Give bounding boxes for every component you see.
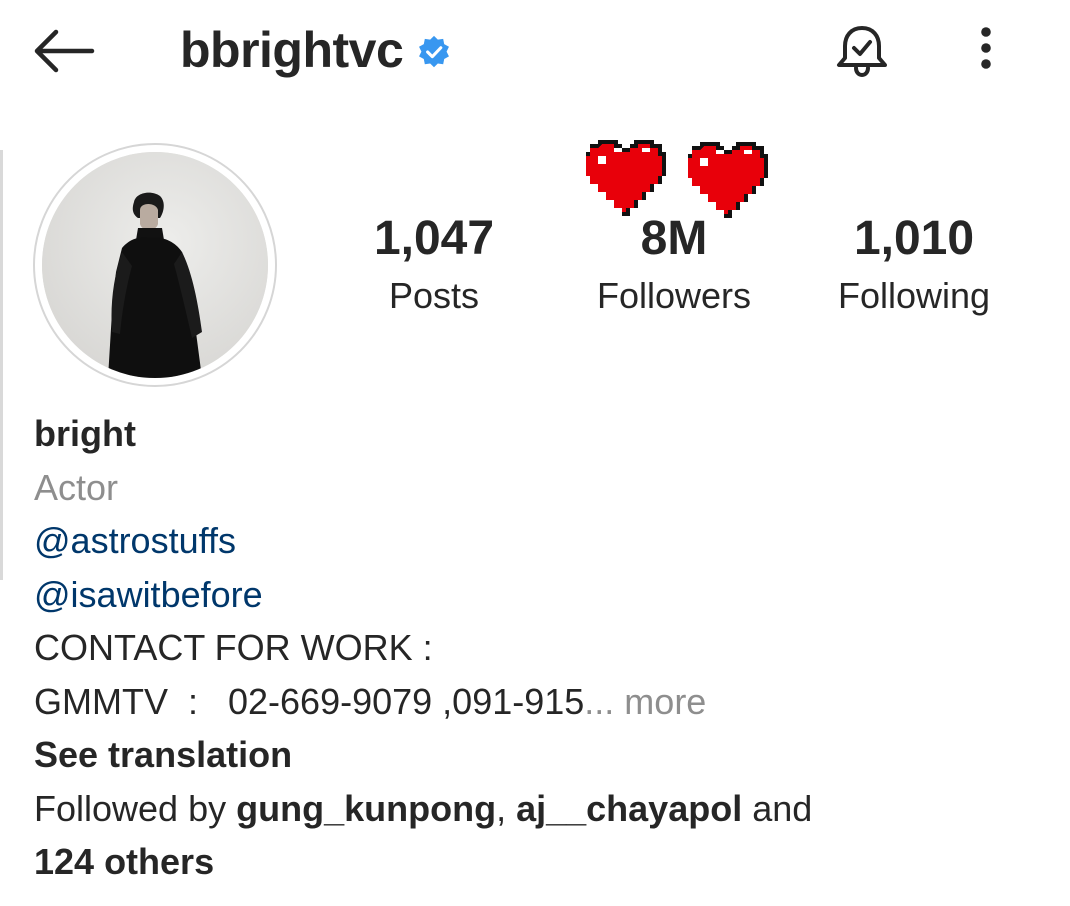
pixel-heart-icon	[688, 142, 768, 218]
phone-line: GMMTV : 02-669-9079 ,091-915... more	[34, 675, 1034, 729]
bio-link-isawitbefore[interactable]: @isawitbefore	[34, 568, 1034, 622]
phone-text: GMMTV : 02-669-9079 ,091-915	[34, 680, 585, 722]
others-count-link[interactable]: 124 others	[34, 835, 1034, 889]
comma-separator: ,	[496, 787, 517, 829]
followed-by-prefix: Followed by	[34, 787, 237, 829]
avatar-photo	[42, 152, 268, 378]
edge-divider	[0, 150, 3, 580]
more-link[interactable]: ... more	[584, 681, 706, 722]
category-label: Actor	[34, 466, 119, 508]
see-translation-link[interactable]: See translation	[34, 728, 1034, 782]
following-label: Following	[837, 275, 991, 316]
back-arrow-icon	[34, 29, 95, 73]
pixel-heart-icon	[586, 140, 666, 216]
avatar[interactable]	[42, 152, 268, 378]
bell-check-icon	[837, 26, 887, 78]
notifications-button[interactable]	[832, 20, 892, 80]
posts-label: Posts	[388, 275, 480, 316]
following-stat[interactable]: 1,010 Following	[804, 208, 1024, 322]
header-title: bbrightvc	[180, 18, 451, 82]
display-name: bright	[34, 413, 136, 454]
bio-link-astrostuffs[interactable]: @astrostuffs	[34, 514, 1034, 568]
bio-section: bright Actor @astrostuffs @isawitbefore …	[34, 407, 1034, 889]
back-button[interactable]	[30, 26, 96, 76]
followers-stat[interactable]: 8M Followers	[564, 208, 784, 322]
followed-user-link[interactable]: aj__chayapol	[516, 788, 742, 829]
verified-badge-icon	[419, 35, 450, 68]
more-vertical-icon	[981, 27, 991, 69]
username: bbrightvc	[180, 22, 404, 78]
profile-page: bbrightvc 1,047 Posts 8M Followers 1,010…	[0, 0, 1070, 906]
followers-count: 8M	[640, 212, 708, 265]
more-options-button[interactable]	[968, 22, 1004, 78]
contact-line: CONTACT FOR WORK :	[34, 627, 433, 668]
posts-count: 1,047	[373, 212, 495, 265]
followers-label: Followers	[596, 275, 752, 316]
followed-by-line[interactable]: Followed by gung_kunpong, aj__chayapol a…	[34, 782, 1034, 836]
following-count: 1,010	[853, 212, 975, 265]
followed-user-link[interactable]: gung_kunpong	[236, 788, 496, 829]
posts-stat[interactable]: 1,047 Posts	[324, 208, 544, 322]
and-text: and	[742, 787, 813, 829]
